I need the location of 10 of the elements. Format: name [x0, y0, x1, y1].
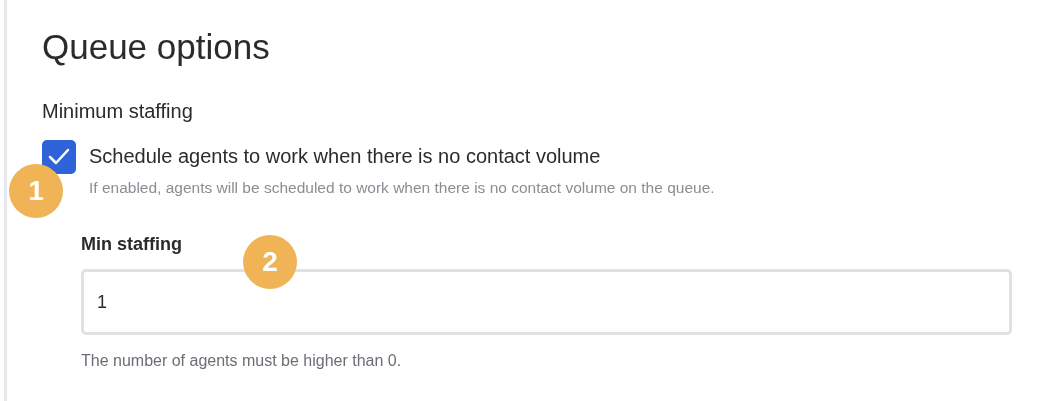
callout-badge: 1	[9, 164, 63, 218]
page-title: Queue options	[42, 26, 270, 68]
field-help-text: The number of agents must be higher than 0.	[81, 352, 402, 369]
field-label: Min staffing	[81, 234, 182, 254]
callout-badge: 2	[243, 235, 297, 289]
section-heading: Minimum staffing	[42, 100, 193, 122]
checkmark-icon	[48, 148, 70, 166]
checkbox-description: If enabled, agents will be scheduled to work when there is no contact volume on the queue.	[89, 179, 715, 196]
checkbox-label: Schedule agents to work when there is no contact volume	[89, 145, 601, 167]
checkbox[interactable]	[42, 140, 76, 174]
